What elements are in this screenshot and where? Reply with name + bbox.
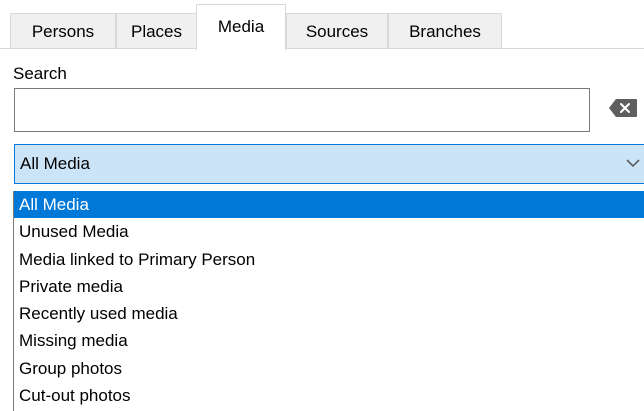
tab-persons[interactable]: Persons	[10, 13, 116, 48]
tab-label: Persons	[31, 22, 95, 41]
search-input[interactable]	[14, 88, 590, 132]
option-group-photos[interactable]: Group photos	[14, 355, 644, 382]
tab-label: Sources	[305, 22, 369, 41]
option-cut-out-photos[interactable]: Cut-out photos	[14, 382, 644, 409]
search-label: Search	[13, 64, 67, 83]
media-filter-value: All Media	[20, 154, 90, 173]
option-media-linked-primary[interactable]: Media linked to Primary Person	[14, 246, 644, 273]
option-unused-media[interactable]: Unused Media	[14, 218, 644, 245]
option-private-media[interactable]: Private media	[14, 273, 644, 300]
option-all-media[interactable]: All Media	[14, 191, 644, 219]
option-missing-media[interactable]: Missing media	[14, 327, 644, 354]
clear-search-button[interactable]	[608, 98, 638, 118]
tab-bar: Persons Places Media Sources Branches	[0, 0, 644, 50]
backspace-clear-icon	[609, 99, 637, 117]
media-filter-select[interactable]: All Media	[14, 144, 644, 184]
chevron-down-icon	[626, 159, 640, 168]
tab-label: Branches	[409, 22, 481, 41]
tab-label: Places	[130, 22, 183, 41]
tab-places[interactable]: Places	[116, 13, 197, 48]
tab-label: Media	[217, 17, 265, 36]
tab-branches[interactable]: Branches	[388, 13, 502, 48]
tab-sources[interactable]: Sources	[286, 13, 388, 48]
tab-media[interactable]: Media	[196, 4, 286, 50]
option-recently-used-media[interactable]: Recently used media	[14, 300, 644, 327]
media-filter-dropdown: All Media Unused Media Media linked to P…	[13, 191, 644, 411]
